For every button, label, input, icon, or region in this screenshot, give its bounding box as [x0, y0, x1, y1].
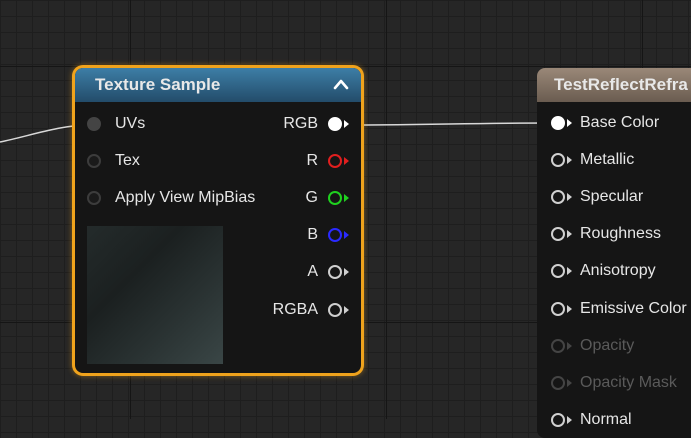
input-row-opacity-mask: Opacity Mask: [551, 368, 677, 398]
output-row-rgb[interactable]: RGB: [283, 109, 349, 139]
rgba-arrow-icon: [344, 306, 349, 314]
output-label-r: R: [306, 152, 318, 169]
input-row-specular[interactable]: Specular: [551, 182, 643, 212]
input-row-opacity: Opacity: [551, 331, 634, 361]
output-row-g[interactable]: G: [306, 183, 349, 213]
input-label-anisotropy: Anisotropy: [580, 262, 656, 279]
specular-arrow-icon: [567, 193, 572, 201]
r-arrow-icon: [344, 157, 349, 165]
input-label-opacity: Opacity: [580, 337, 635, 354]
input-label-normal: Normal: [580, 411, 632, 428]
anisotropy-pin-icon[interactable]: [551, 264, 565, 278]
b-pin-icon[interactable]: [328, 228, 342, 242]
texture-sample-node[interactable]: Texture Sample UVs Tex Apply View MipBia…: [75, 68, 361, 373]
base-color-arrow-icon: [567, 119, 572, 127]
opacity-mask-pin-icon: [551, 376, 565, 390]
uvs-pin-icon[interactable]: [87, 117, 101, 131]
material-result-node[interactable]: TestReflectRefra Base Color Metallic Spe…: [537, 68, 691, 438]
output-row-r[interactable]: R: [306, 146, 349, 176]
output-label-b: B: [307, 226, 318, 243]
output-label-rgba: RGBA: [272, 301, 318, 318]
opacity-arrow-icon: [567, 342, 572, 350]
g-pin-icon[interactable]: [328, 191, 342, 205]
output-label-g: G: [305, 189, 318, 206]
collapse-chevron-icon[interactable]: [333, 77, 349, 91]
input-row-metallic[interactable]: Metallic: [551, 145, 634, 175]
input-row-roughness[interactable]: Roughness: [551, 219, 661, 249]
output-row-a[interactable]: A: [307, 257, 349, 287]
input-label-opacity-mask: Opacity Mask: [580, 374, 677, 391]
input-label-tex: Tex: [115, 152, 140, 169]
input-label-specular: Specular: [580, 188, 644, 205]
metallic-pin-icon[interactable]: [551, 153, 565, 167]
input-row-base-color[interactable]: Base Color: [551, 108, 659, 138]
material-node-header[interactable]: TestReflectRefra: [537, 68, 691, 102]
opacity-pin-icon: [551, 339, 565, 353]
input-row-apply-view-mipbias[interactable]: Apply View MipBias: [87, 183, 255, 213]
input-label-roughness: Roughness: [580, 225, 661, 242]
input-label-base-color: Base Color: [580, 114, 660, 131]
normal-pin-icon[interactable]: [551, 413, 565, 427]
input-label-metallic: Metallic: [580, 151, 635, 168]
a-arrow-icon: [344, 268, 349, 276]
opacity-mask-arrow-icon: [567, 379, 572, 387]
specular-pin-icon[interactable]: [551, 190, 565, 204]
mipbias-pin-icon[interactable]: [87, 191, 101, 205]
input-row-normal[interactable]: Normal: [551, 405, 632, 435]
input-row-anisotropy[interactable]: Anisotropy: [551, 256, 656, 286]
emissive-color-arrow-icon: [567, 305, 572, 313]
tex-pin-icon[interactable]: [87, 154, 101, 168]
input-row-emissive-color[interactable]: Emissive Color: [551, 294, 687, 324]
rgba-pin-icon[interactable]: [328, 303, 342, 317]
input-label-uvs: UVs: [115, 115, 146, 132]
output-label-a: A: [307, 263, 318, 280]
base-color-pin-icon[interactable]: [551, 116, 565, 130]
output-row-b[interactable]: B: [307, 220, 349, 250]
input-label-emissive-color: Emissive Color: [580, 300, 687, 317]
anisotropy-arrow-icon: [567, 267, 572, 275]
a-pin-icon[interactable]: [328, 265, 342, 279]
g-arrow-icon: [344, 194, 349, 202]
roughness-pin-icon[interactable]: [551, 227, 565, 241]
input-label-apply-view-mipbias: Apply View MipBias: [115, 189, 256, 206]
roughness-arrow-icon: [567, 230, 572, 238]
rgb-pin-icon[interactable]: [328, 117, 342, 131]
wire-rgb-to-base-color[interactable]: [351, 122, 557, 126]
output-row-rgba[interactable]: RGBA: [273, 295, 349, 325]
metallic-arrow-icon: [567, 156, 572, 164]
b-arrow-icon: [344, 231, 349, 239]
input-row-tex[interactable]: Tex: [87, 146, 140, 176]
material-node-title: TestReflectRefra: [554, 75, 688, 94]
texture-sample-header[interactable]: Texture Sample: [75, 68, 361, 102]
texture-sample-title: Texture Sample: [95, 75, 221, 94]
output-label-rgb: RGB: [283, 115, 318, 132]
rgb-arrow-icon: [344, 120, 349, 128]
emissive-color-pin-icon[interactable]: [551, 302, 565, 316]
texture-preview-thumbnail: [87, 226, 223, 364]
input-row-uvs[interactable]: UVs: [87, 109, 145, 139]
normal-arrow-icon: [567, 416, 572, 424]
r-pin-icon[interactable]: [328, 154, 342, 168]
